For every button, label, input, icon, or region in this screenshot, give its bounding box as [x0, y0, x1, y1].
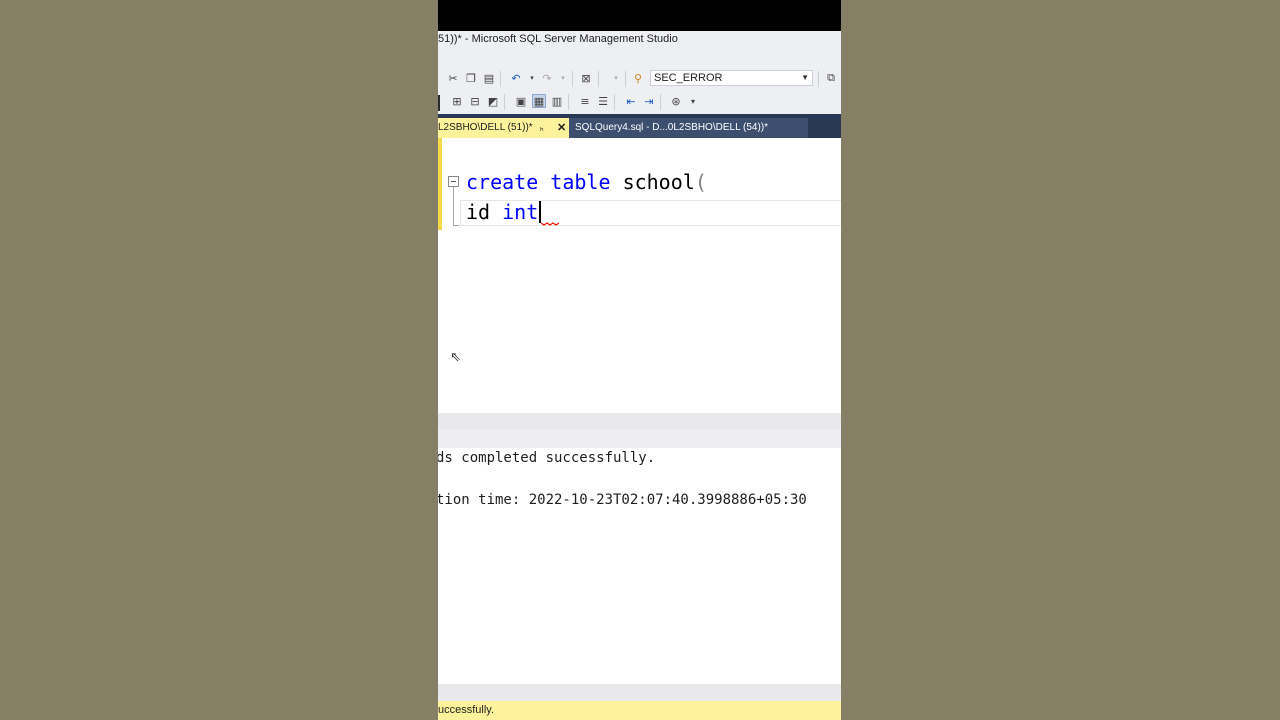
- keyword-create: create: [466, 170, 539, 194]
- toolbar-separator: [572, 71, 573, 87]
- statistics-icon[interactable]: ⊟: [468, 94, 482, 108]
- tab-label: SQLQuery4.sql - D...0L2SBHO\DELL (54))*: [575, 122, 769, 133]
- editor-horizontal-scrollbar[interactable]: [438, 413, 841, 429]
- redo-dropdown-icon[interactable]: ▾: [556, 71, 570, 85]
- increase-indent-icon[interactable]: ⇥: [642, 94, 656, 108]
- paste-icon[interactable]: ▤: [482, 71, 496, 85]
- decrease-indent-icon[interactable]: ⇤: [624, 94, 638, 108]
- toolbar-separator: [500, 71, 501, 87]
- toolbar-separator: [660, 94, 661, 110]
- collapse-icon[interactable]: [448, 176, 459, 187]
- text-cursor: [539, 201, 542, 223]
- undo-icon[interactable]: ↶: [509, 71, 523, 85]
- toolbar-separator: [568, 94, 569, 110]
- code-line-2[interactable]: id int: [466, 199, 542, 225]
- undo-dropdown-icon[interactable]: ▾: [525, 71, 539, 85]
- changed-lines-margin: [438, 138, 442, 230]
- standard-toolbar: ✂ ❐ ▤ ↶ ▾ ↷ ▾ ⊠ ▾ ⚲ SEC_ERROR ▼ ⧉: [438, 69, 841, 89]
- close-icon[interactable]: ✕: [557, 118, 566, 138]
- title-bar: 51))* - Microsoft SQL Server Management …: [438, 31, 841, 57]
- toolbar-area: ✂ ❐ ▤ ↶ ▾ ↷ ▾ ⊠ ▾ ⚲ SEC_ERROR ▼ ⧉ ⊞ ⊟ ◩: [438, 57, 841, 114]
- result-message: ds completed successfully.: [438, 450, 656, 466]
- toolbar-separator: [625, 71, 626, 87]
- find-icon[interactable]: ⚲: [631, 71, 645, 85]
- open-paren: (: [694, 170, 707, 194]
- mouse-pointer-icon: ⇖: [450, 350, 461, 365]
- results-file-icon[interactable]: ▥: [550, 94, 564, 108]
- code-line-1[interactable]: create table school(: [466, 169, 707, 195]
- chevron-down-icon: ▼: [801, 73, 809, 82]
- ssms-window: 51))* - Microsoft SQL Server Management …: [438, 0, 841, 720]
- include-plan-icon[interactable]: ⊞: [450, 94, 464, 108]
- outline-guide-end: [453, 225, 459, 226]
- toolbar-separator: [818, 71, 819, 87]
- video-black-bar: [438, 0, 841, 31]
- results-text-icon[interactable]: ▣: [514, 94, 528, 108]
- query-status-bar: uccessfully.: [438, 701, 841, 720]
- identifier-school: school: [622, 170, 695, 194]
- cut-icon[interactable]: ✂: [446, 71, 460, 85]
- sql-editor-toolbar: ⊞ ⊟ ◩ ▣ ▦ ▥ ≡ ☰ ⇤ ⇥ ⊛ ▾: [438, 92, 841, 112]
- toolbar-separator: [598, 71, 599, 87]
- query-icon[interactable]: ⧉: [824, 71, 838, 85]
- tab-label: L2SBHO\DELL (51))*: [438, 122, 533, 133]
- specify-values-icon[interactable]: ⊛: [669, 94, 683, 108]
- database-select-value: SEC_ERROR: [654, 72, 723, 84]
- comment-icon[interactable]: ≡: [578, 94, 592, 108]
- document-tab-strip: L2SBHO\DELL (51))* ₕ ✕ SQLQuery4.sql - D…: [438, 114, 841, 138]
- status-text: uccessfully.: [438, 704, 495, 716]
- toolbar-separator: [614, 94, 615, 110]
- redo-icon[interactable]: ↷: [540, 71, 554, 85]
- client-stats-icon[interactable]: ◩: [486, 94, 500, 108]
- keyword-int: int: [502, 200, 539, 224]
- error-squiggle: [541, 222, 559, 226]
- query-editor[interactable]: create table school( id int ⇖: [438, 138, 841, 413]
- results-horizontal-scrollbar[interactable]: [438, 684, 841, 701]
- keyword-table: table: [550, 170, 611, 194]
- tab-query-51[interactable]: L2SBHO\DELL (51))* ₕ ✕: [438, 118, 569, 138]
- toolbar-separator: [504, 94, 505, 110]
- database-select[interactable]: SEC_ERROR ▼: [650, 70, 813, 86]
- window-title: 51))* - Microsoft SQL Server Management …: [438, 33, 678, 45]
- completion-time: tion time: 2022-10-23T02:07:40.3998886+0…: [438, 492, 807, 508]
- results-splitter[interactable]: [438, 429, 841, 448]
- save-results-icon[interactable]: ⊠: [579, 71, 593, 85]
- uncomment-icon[interactable]: ☰: [596, 94, 610, 108]
- messages-pane: ds completed successfully. tion time: 20…: [438, 448, 841, 684]
- dropdown-arrow-icon[interactable]: ▾: [609, 71, 623, 85]
- outline-guide: [453, 187, 454, 226]
- tab-sqlquery4[interactable]: SQLQuery4.sql - D...0L2SBHO\DELL (54))*: [569, 118, 808, 138]
- overflow-icon[interactable]: ▾: [686, 94, 700, 108]
- copy-icon[interactable]: ❐: [464, 71, 478, 85]
- identifier-id: id: [466, 200, 491, 224]
- results-grid-icon[interactable]: ▦: [532, 94, 546, 108]
- pin-icon[interactable]: ₕ: [540, 118, 544, 138]
